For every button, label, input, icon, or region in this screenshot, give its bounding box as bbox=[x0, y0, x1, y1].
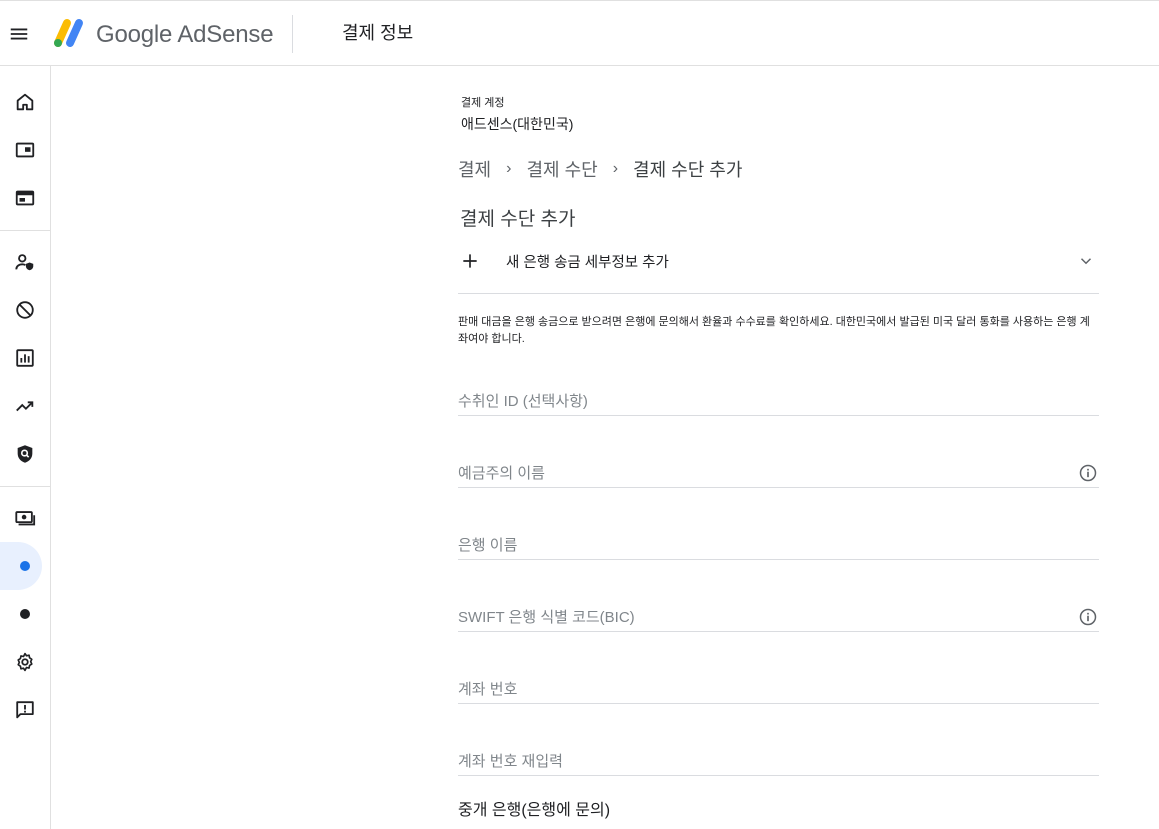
bank-name-input[interactable] bbox=[458, 533, 1058, 557]
top-app-bar: Google AdSense 결제 정보 bbox=[0, 0, 1159, 66]
sidebar-nav bbox=[0, 66, 51, 829]
reports-icon bbox=[16, 349, 34, 367]
product-name: Google AdSense bbox=[96, 21, 274, 48]
blocking-controls-icon bbox=[16, 301, 34, 319]
expander-label: 새 은행 송금 세부정보 추가 bbox=[506, 255, 669, 271]
sidebar-item-payments-info[interactable] bbox=[0, 546, 50, 586]
sites-icon bbox=[15, 190, 35, 206]
policy-center-icon bbox=[17, 445, 33, 463]
breadcrumb-add-payment-method: 결제 수단 추가 bbox=[633, 160, 743, 180]
optimization-icon bbox=[16, 401, 34, 412]
breadcrumb-chevron-icon: › bbox=[612, 160, 619, 177]
sidebar-item-privacy-messaging[interactable] bbox=[0, 242, 50, 282]
payee-id-input[interactable] bbox=[458, 389, 1058, 413]
account-number-confirm-field[interactable] bbox=[458, 736, 1099, 776]
bank-name-field[interactable] bbox=[458, 520, 1099, 560]
payments-info-dot bbox=[20, 561, 30, 571]
sidebar-divider bbox=[0, 230, 50, 231]
sidebar-item-payments[interactable] bbox=[0, 498, 50, 538]
payments-icon bbox=[15, 511, 36, 526]
plus-icon bbox=[463, 254, 477, 268]
sidebar-item-ads[interactable] bbox=[0, 130, 50, 170]
sidebar-item-sites[interactable] bbox=[0, 178, 50, 218]
sidebar-item-settings[interactable] bbox=[0, 642, 50, 682]
breadcrumb: 결제 › 결제 수단 › 결제 수단 추가 bbox=[458, 156, 742, 182]
sidebar-divider bbox=[0, 486, 50, 487]
sidebar-item-transactions[interactable] bbox=[0, 594, 50, 634]
sidebar-item-reports[interactable] bbox=[0, 338, 50, 378]
settings-icon bbox=[17, 652, 33, 672]
sidebar-item-blocking-controls[interactable] bbox=[0, 290, 50, 330]
breadcrumb-chevron-icon: › bbox=[506, 160, 512, 177]
add-bank-transfer-expander[interactable]: 새 은행 송금 세부정보 추가 bbox=[458, 244, 1099, 294]
info-icon[interactable] bbox=[1078, 463, 1098, 483]
swift-code-field[interactable] bbox=[458, 592, 1099, 632]
breadcrumb-payments[interactable]: 결제 bbox=[458, 156, 491, 182]
chevron-down-icon bbox=[1080, 258, 1092, 265]
payee-id-field[interactable] bbox=[458, 376, 1099, 416]
sidebar-item-home[interactable] bbox=[0, 82, 50, 122]
bank-transfer-info-text: 판매 대금을 은행 송금으로 받으려면 은행에 문의해서 환율과 수수료를 확인… bbox=[458, 316, 1090, 345]
account-holder-field[interactable] bbox=[458, 448, 1099, 488]
account-number-input[interactable] bbox=[458, 677, 1058, 701]
section-title: 결제 수단 추가 bbox=[460, 209, 576, 230]
page-title: 결제 정보 bbox=[342, 23, 414, 43]
account-number-field[interactable] bbox=[458, 664, 1099, 704]
sidebar-item-feedback[interactable] bbox=[0, 690, 50, 730]
swift-code-input[interactable] bbox=[458, 605, 1058, 629]
home-icon bbox=[16, 93, 34, 111]
topbar-divider bbox=[292, 15, 293, 53]
account-number-confirm-input[interactable] bbox=[458, 749, 1058, 773]
sidebar-item-policy-center[interactable] bbox=[0, 434, 50, 474]
intermediary-bank-heading: 중개 은행(은행에 문의) bbox=[458, 802, 611, 819]
sidebar-item-optimization[interactable] bbox=[0, 386, 50, 426]
privacy-messaging-icon bbox=[15, 254, 34, 271]
ads-icon bbox=[15, 142, 35, 158]
breadcrumb-payment-methods[interactable]: 결제 수단 bbox=[526, 156, 597, 182]
info-icon[interactable] bbox=[1078, 607, 1098, 627]
main-menu-icon[interactable] bbox=[8, 23, 30, 45]
payment-account-label: 결제 계정 bbox=[461, 97, 505, 109]
transactions-dot bbox=[20, 609, 30, 619]
feedback-icon bbox=[16, 701, 34, 719]
payment-account-name: 애드센스(대한민국) bbox=[461, 116, 574, 132]
adsense-logo-icon bbox=[50, 17, 86, 49]
account-holder-input[interactable] bbox=[458, 461, 1058, 485]
